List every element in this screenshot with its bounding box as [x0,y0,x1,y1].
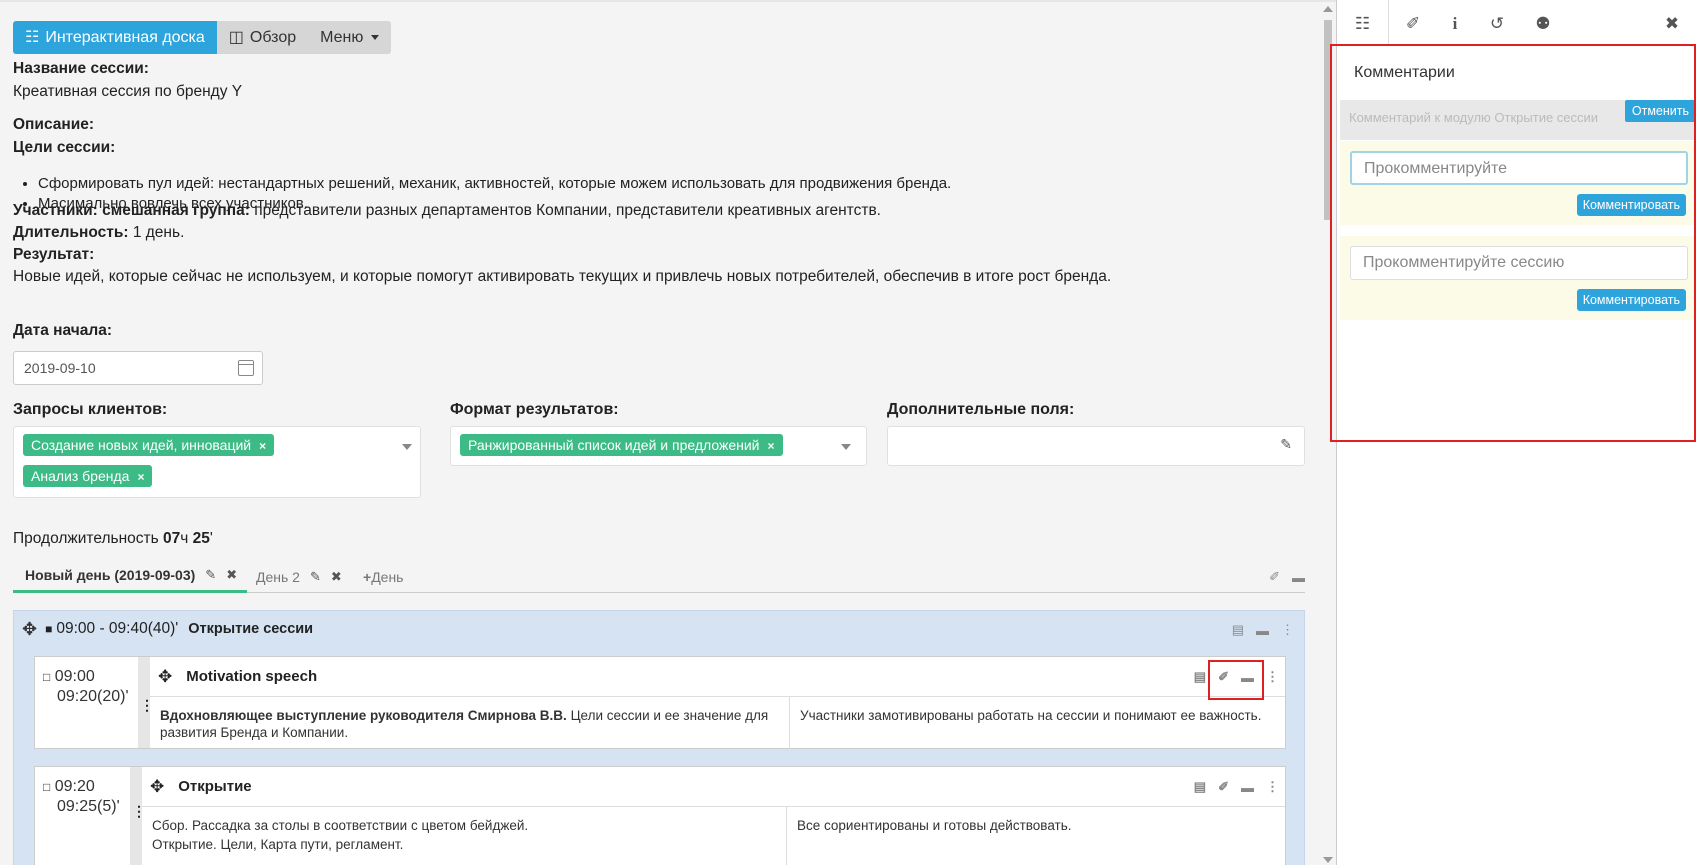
module-card: □ 09:00 09:20(20)' ⋮ ✥ Motivation speech… [34,656,1286,749]
move-icon[interactable]: ✥ [150,777,164,797]
module-description: Сбор. Рассадка за столы в соответствии с… [142,807,787,865]
extra-fields-box[interactable]: ✎ [887,426,1305,466]
result-label: Результат: [13,246,95,263]
more-vertical-icon[interactable]: ⋮ [1266,779,1279,795]
participants-line: Участники: смешанная группа: представите… [13,202,881,219]
client-requests-label: Запросы клиентов: [13,401,168,418]
total-duration: Продолжительность 07ч 25' [13,530,213,547]
highlight-box-comments-panel [1330,44,1696,442]
comment-icon[interactable]: ▬ [1292,570,1305,585]
paperclip-icon[interactable]: ✐ [1269,569,1280,585]
history-icon[interactable]: ↺ [1486,14,1508,34]
session-block: ✥ ■ 09:00 - 09:40(40)' Открытие сессии ▤… [13,610,1305,865]
top-toolbar: ☷ Интерактивная доска ◫ Обзор Меню [13,21,392,54]
session-name-value: Креативная сессия по бренду Y [13,83,243,100]
close-icon[interactable]: ✖ [1661,14,1683,34]
format-select[interactable]: Ранжированный список идей и предложений × [450,426,867,466]
whiteboard-button[interactable]: ☷ Интерактивная доска [13,21,217,54]
tag-remove-icon[interactable]: × [137,470,144,484]
close-icon[interactable]: ✖ [331,562,342,592]
block-actions: ▤ ▬ ⋮ [1232,622,1294,638]
more-vertical-icon[interactable]: ⋮ [1281,622,1294,638]
module-description: Вдохновляющее выступление руководителя С… [150,697,790,749]
day-actions: ✐ ▬ [1269,569,1305,585]
pencil-icon[interactable]: ✎ [1280,436,1292,453]
block-header: ✥ ■ 09:00 - 09:40(40)' Открытие сессии ▤… [22,618,1294,640]
paperclip-icon[interactable]: ✐ [1402,14,1424,34]
close-icon[interactable]: ✖ [226,560,237,590]
module-card: □ 09:20 09:25(5)' ⋮ ✥ Открытие ▤ ✐ ▬ ⋮ С… [34,766,1286,865]
paperclip-icon[interactable]: ✐ [1218,779,1229,795]
module-actions: ▤ ✐ ▬ ⋮ [1194,779,1279,795]
pencil-icon[interactable]: ✎ [205,560,216,590]
caret-down-icon [371,35,380,40]
id-card-icon[interactable]: ▤ [1232,622,1244,638]
sitemap-icon: ☷ [25,29,40,46]
plus-icon: + [363,568,372,585]
extra-fields-label: Дополнительные поля: [887,401,1075,418]
unlock-icon[interactable]: □ [43,670,50,684]
goals-label: Цели сессии: [13,139,116,156]
unlock-icon[interactable]: □ [43,780,50,794]
chevron-down-icon[interactable] [841,444,851,450]
chevron-down-icon[interactable] [402,444,412,450]
goal-item: Сформировать пул идей: нестандартных реш… [38,174,951,194]
module-header: ✥ Открытие ▤ ✐ ▬ ⋮ [142,767,1285,807]
more-vertical-icon[interactable]: ⋮ [1266,669,1279,685]
scroll-down-icon[interactable] [1323,857,1333,863]
main-panel: ☷ Интерактивная доска ◫ Обзор Меню Назва… [0,0,1336,865]
drag-strip[interactable]: ⋮ [138,657,154,748]
users-icon[interactable]: ⚉ [1532,14,1554,34]
drag-strip[interactable]: ⋮ [130,767,146,865]
result-value: Новые идей, которые сейчас не используем… [13,268,1112,285]
tab-day-1[interactable]: Новый день (2019-09-03) ✎ ✖ [13,560,248,593]
day-tabs: Новый день (2019-09-03) ✎ ✖ День 2 ✎ ✖ +… [13,560,1305,593]
overview-button[interactable]: ◫ Обзор [216,21,309,54]
module-time: □ 09:00 09:20(20)' [43,668,129,705]
module-header: ✥ Motivation speech ▤ ✐ ▬ ⋮ [150,657,1285,697]
tag-brand-analysis: Анализ бренда × [23,465,153,487]
side-tabs: ☷ ✐ i ↺ ⚉ ✖ [1337,0,1696,46]
add-day-button[interactable]: +День [363,560,403,593]
format-label: Формат результатов: [450,401,619,418]
duration-line: Длительность: 1 день. [13,224,185,241]
start-date-input[interactable]: 2019-09-10 [13,351,263,385]
id-card-icon[interactable]: ▤ [1194,779,1206,795]
tag-remove-icon[interactable]: × [768,439,775,453]
module-outcome: Все сориентированы и готовы действовать. [797,818,1072,833]
session-name-label: Название сессии: [13,60,149,77]
client-requests-select[interactable]: Создание новых идей, инноваций × Анализ б… [13,426,421,498]
id-card-icon[interactable]: ▤ [1194,669,1206,685]
tag-new-ideas: Создание новых идей, инноваций × [23,434,275,456]
comment-icon[interactable]: ▬ [1241,780,1254,795]
menu-dropdown-button[interactable]: Меню [308,21,392,54]
comment-icon[interactable]: ▬ [1256,623,1269,638]
move-icon[interactable]: ✥ [22,619,37,640]
move-icon[interactable]: ✥ [158,667,172,687]
comments-tab-icon[interactable]: ☷ [1337,0,1389,46]
module-time: □ 09:20 09:25(5)' [43,778,120,815]
pencil-icon[interactable]: ✎ [310,562,321,592]
start-date-label: Дата начала: [13,322,113,339]
tag-ranked-list: Ранжированный список идей и предложений × [460,434,783,456]
description-label: Описание: [13,116,95,133]
highlight-box-comment-icon [1208,660,1264,700]
module-outcome: Участники замотивированы работать на сес… [800,708,1262,723]
tag-remove-icon[interactable]: × [259,439,266,453]
tab-day-2[interactable]: День 2 ✎ ✖ [256,560,342,593]
calendar-icon[interactable] [238,360,254,376]
info-icon[interactable]: i [1444,14,1466,34]
columns-icon: ◫ [228,29,244,46]
lock-icon[interactable]: ■ [45,622,52,636]
scroll-up-icon[interactable] [1323,6,1333,12]
